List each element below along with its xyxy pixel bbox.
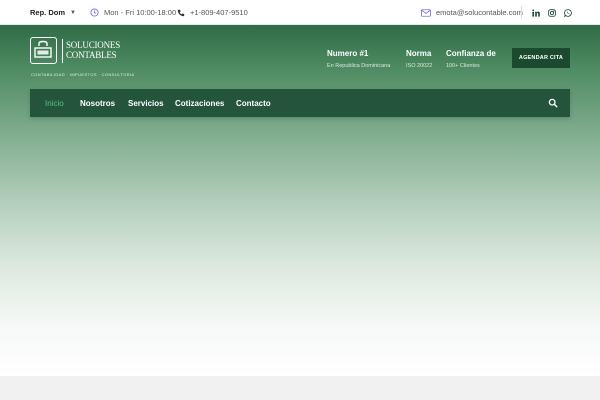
stat-ranking: Numero #1 En Republica Dominicana	[327, 49, 391, 69]
stat-standard: Norma ISO 20022	[406, 49, 433, 69]
region-label: Rep. Dom	[30, 8, 66, 17]
logo-divider	[62, 39, 63, 63]
instagram-icon[interactable]	[545, 6, 559, 20]
nav-item-nosotros[interactable]: Nosotros	[80, 89, 115, 117]
content-section-edge	[0, 376, 600, 400]
envelope-icon	[421, 8, 431, 17]
site-logo[interactable]: SOLUCIONES CONTABLES CONTABILIDAD · IMPU…	[30, 37, 140, 82]
divider	[521, 6, 522, 19]
region-selector[interactable]: Rep. Dom ▼	[30, 0, 76, 25]
caret-down-icon: ▼	[70, 9, 76, 16]
business-hours: Mon - Fri 10:00-18:00	[90, 0, 176, 25]
briefcase-icon	[30, 37, 57, 64]
email-text: emota@solucontable.com	[436, 8, 523, 17]
book-appointment-button[interactable]: AGENDAR CITA	[512, 48, 570, 68]
phone-icon	[177, 9, 185, 16]
phone-link[interactable]: +1-809-407-9510	[177, 0, 248, 25]
nav-item-servicios[interactable]: Servicios	[128, 89, 164, 117]
logo-tagline: CONTABILIDAD · IMPUESTOS · CONSULTORIA	[31, 72, 135, 77]
nav-item-cotizaciones[interactable]: Cotizaciones	[175, 89, 224, 117]
logo-wordmark: SOLUCIONES CONTABLES	[66, 40, 121, 60]
whatsapp-icon[interactable]	[561, 6, 575, 20]
email-link[interactable]: emota@solucontable.com	[421, 0, 523, 25]
main-nav: Inicio Nosotros Servicios Cotizaciones C…	[30, 89, 570, 117]
clock-icon	[90, 8, 99, 17]
linkedin-icon[interactable]	[529, 6, 543, 20]
stat-trust: Confianza de 100+ Clientes	[446, 49, 496, 69]
social-links	[529, 0, 575, 25]
nav-item-inicio[interactable]: Inicio	[45, 89, 64, 117]
search-icon[interactable]	[548, 98, 558, 108]
nav-item-contacto[interactable]: Contacto	[236, 89, 271, 117]
phone-text: +1-809-407-9510	[190, 8, 248, 17]
top-bar: Rep. Dom ▼ Mon - Fri 10:00-18:00 +1-809-…	[0, 0, 600, 25]
hours-text: Mon - Fri 10:00-18:00	[104, 8, 177, 17]
